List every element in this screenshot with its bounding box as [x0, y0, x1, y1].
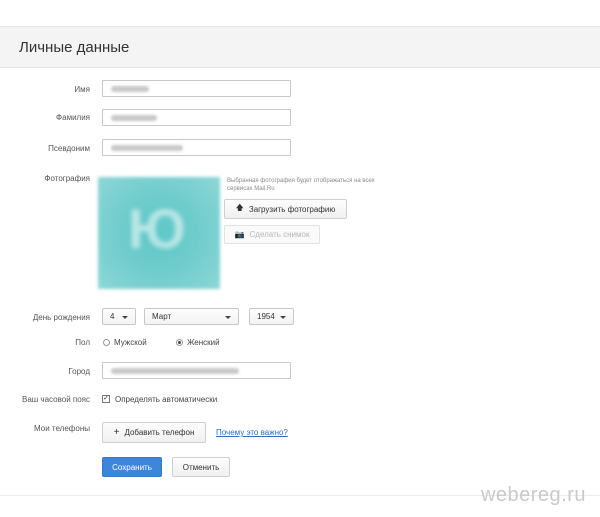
city-label: Город — [68, 367, 90, 376]
upload-photo-button[interactable]: 🡅 Загрузить фотографию — [224, 199, 347, 219]
city-input[interactable] — [102, 362, 291, 379]
city-value-blurred — [111, 368, 239, 374]
chevron-down-icon — [280, 316, 286, 319]
timezone-auto-checkbox[interactable]: ✓ — [102, 395, 110, 403]
page-title: Личные данные — [19, 39, 130, 56]
cancel-button[interactable]: Отменить — [172, 457, 230, 477]
camera-icon: 📷 — [234, 230, 245, 239]
add-phone-button[interactable]: + Добавить телефон — [102, 422, 206, 443]
birthday-label: День рождения — [32, 313, 90, 322]
personal-data-form — [0, 68, 600, 496]
phones-label: Мои телефоны — [34, 424, 90, 433]
watermark: webereg.ru — [480, 484, 586, 506]
timezone-label: Ваш часовой пояс — [22, 395, 90, 404]
name-label: Имя — [74, 85, 90, 94]
birthday-month-select[interactable]: Март — [144, 308, 239, 325]
surname-label: Фамилия — [56, 113, 90, 122]
surname-input[interactable] — [102, 109, 291, 126]
nickname-input[interactable] — [102, 139, 291, 156]
surname-value-blurred — [111, 115, 157, 121]
page-header: Личные данные — [0, 26, 600, 68]
nickname-value-blurred — [111, 145, 183, 151]
take-snapshot-button[interactable]: 📷 Сделать снимок — [224, 225, 320, 244]
photo-hint: Выбранная фотография будет отображаться … — [227, 178, 375, 192]
save-button[interactable]: Сохранить — [102, 457, 162, 477]
chevron-down-icon — [122, 316, 128, 319]
name-input[interactable] — [102, 80, 291, 97]
timezone-auto-label: Определять автоматически — [115, 395, 218, 404]
plus-icon: + — [113, 427, 120, 438]
chevron-down-icon — [225, 316, 231, 319]
why-important-link[interactable]: Почему это важно? — [216, 428, 288, 437]
arrow-up-icon: 🡅 — [235, 203, 244, 212]
name-value-blurred — [111, 86, 149, 92]
birthday-year-select[interactable]: 1954 — [249, 308, 294, 325]
nickname-label: Псевдоним — [48, 144, 90, 153]
gender-male-label: Мужской — [114, 338, 147, 347]
gender-female-label: Женский — [187, 338, 220, 347]
avatar-letters: Ю — [128, 197, 186, 260]
gender-label: Пол — [75, 338, 90, 347]
photo-label: Фотография — [44, 174, 90, 183]
birthday-day-select[interactable]: 4 — [102, 308, 136, 325]
gender-female-radio[interactable] — [176, 339, 183, 346]
gender-male-radio[interactable] — [103, 339, 110, 346]
